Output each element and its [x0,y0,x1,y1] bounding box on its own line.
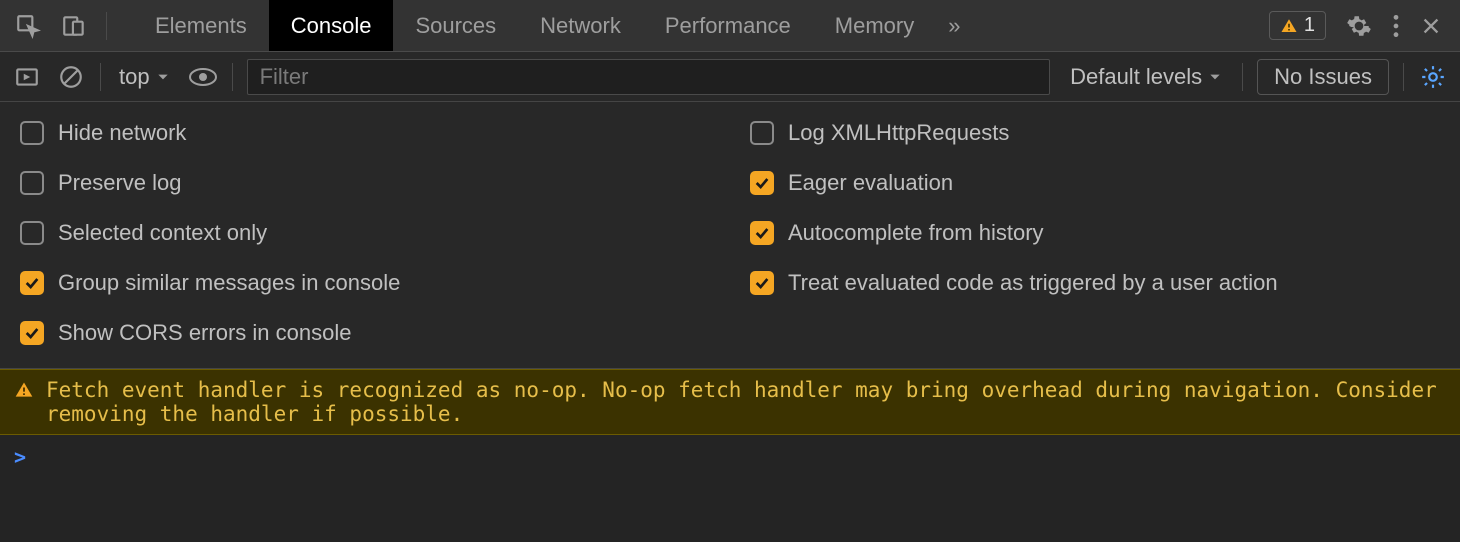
tab-label: Network [540,13,621,39]
checkbox[interactable] [20,121,44,145]
tab-label: Console [291,13,372,39]
settings-gear-icon[interactable] [1346,13,1372,39]
tabs-container: Elements Console Sources Network Perform… [133,0,973,51]
filter-input[interactable] [247,59,1051,95]
context-label: top [119,64,150,90]
tab-console[interactable]: Console [269,0,394,51]
tab-network[interactable]: Network [518,0,643,51]
setting-label: Hide network [58,120,186,146]
setting-user-action-eval[interactable]: Treat evaluated code as triggered by a u… [750,270,1440,296]
setting-preserve-log[interactable]: Preserve log [20,170,710,196]
console-warning-message[interactable]: Fetch event handler is recognized as no-… [0,369,1460,435]
log-levels-selector[interactable]: Default levels [1064,64,1228,90]
tab-memory[interactable]: Memory [813,0,936,51]
tab-label: Elements [155,13,247,39]
setting-selected-context-only[interactable]: Selected context only [20,220,710,246]
prompt-caret-icon: > [14,445,26,469]
warning-text: Fetch event handler is recognized as no-… [46,378,1446,426]
tab-label: Sources [415,13,496,39]
setting-label: Group similar messages in console [58,270,400,296]
levels-label: Default levels [1070,64,1202,90]
console-settings-panel: Hide network Preserve log Selected conte… [0,102,1460,369]
setting-label: Log XMLHttpRequests [788,120,1009,146]
setting-label: Preserve log [58,170,182,196]
setting-group-similar[interactable]: Group similar messages in console [20,270,710,296]
separator [1403,63,1404,91]
console-toolbar: top Default levels No Issues [0,52,1460,102]
device-toggle-icon[interactable] [60,12,88,40]
overflow-glyph: » [948,13,960,39]
kebab-menu-icon[interactable] [1392,13,1400,39]
console-settings-gear-icon[interactable] [1418,62,1448,92]
tabbar-left-icons [0,0,121,51]
tab-sources[interactable]: Sources [393,0,518,51]
chevron-down-icon [1208,70,1222,84]
separator [100,63,101,91]
toggle-sidebar-icon[interactable] [12,62,42,92]
setting-label: Treat evaluated code as triggered by a u… [788,270,1278,296]
tab-elements[interactable]: Elements [133,0,269,51]
warnings-badge[interactable]: 1 [1269,11,1326,40]
warning-triangle-icon [1280,17,1298,35]
setting-show-cors-errors[interactable]: Show CORS errors in console [20,320,710,346]
setting-autocomplete-history[interactable]: Autocomplete from history [750,220,1440,246]
setting-label: Selected context only [58,220,267,246]
checkbox[interactable] [750,221,774,245]
setting-hide-network[interactable]: Hide network [20,120,710,146]
issues-label: No Issues [1274,64,1372,89]
clear-console-icon[interactable] [56,62,86,92]
separator [106,12,107,40]
devtools-tabbar: Elements Console Sources Network Perform… [0,0,1460,52]
settings-right-column: Log XMLHttpRequests Eager evaluation Aut… [750,120,1440,346]
warning-triangle-icon [14,380,34,426]
checkbox[interactable] [20,171,44,195]
tabbar-right: 1 [1269,0,1460,51]
close-icon[interactable] [1420,15,1442,37]
checkbox[interactable] [20,221,44,245]
checkbox[interactable] [20,321,44,345]
setting-eager-evaluation[interactable]: Eager evaluation [750,170,1440,196]
tab-performance[interactable]: Performance [643,0,813,51]
separator [1242,63,1243,91]
checkbox[interactable] [750,171,774,195]
checkbox[interactable] [750,271,774,295]
setting-label: Show CORS errors in console [58,320,351,346]
setting-log-xhr[interactable]: Log XMLHttpRequests [750,120,1440,146]
warnings-count: 1 [1304,14,1315,37]
checkbox[interactable] [20,271,44,295]
live-expression-icon[interactable] [188,62,218,92]
chevron-down-icon [156,70,170,84]
tab-label: Performance [665,13,791,39]
separator [232,63,233,91]
setting-label: Eager evaluation [788,170,953,196]
tab-label: Memory [835,13,914,39]
checkbox[interactable] [750,121,774,145]
settings-left-column: Hide network Preserve log Selected conte… [20,120,710,346]
issues-button[interactable]: No Issues [1257,59,1389,95]
execution-context-selector[interactable]: top [115,64,174,90]
tabs-overflow-button[interactable]: » [936,0,972,51]
console-prompt[interactable]: > [0,435,1460,479]
setting-label: Autocomplete from history [788,220,1044,246]
inspect-element-icon[interactable] [14,12,42,40]
